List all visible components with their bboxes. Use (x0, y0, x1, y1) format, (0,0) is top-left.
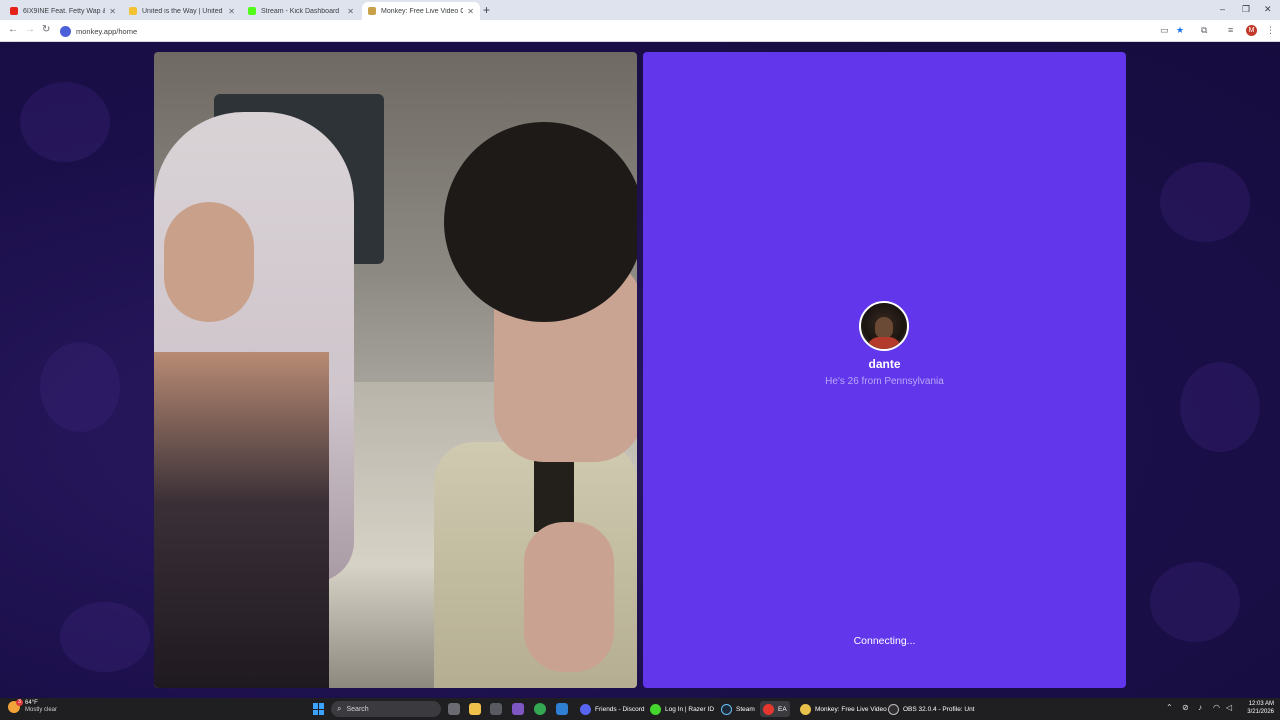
background-pattern (1180, 362, 1260, 452)
tab-title: United is the Way | United Way (142, 7, 224, 15)
background-pattern (20, 82, 110, 162)
monkey-page: dante He's 26 from Pennsylvania Connecti… (0, 42, 1280, 698)
app-label: OBS 32.0.4 - Profile: Unt (903, 705, 975, 713)
chrome-icon (800, 703, 811, 715)
outlook-icon[interactable] (556, 703, 568, 715)
store-icon[interactable] (490, 703, 502, 715)
chrome-icon[interactable] (534, 703, 546, 715)
minimize-button[interactable]: – (1220, 4, 1225, 14)
extensions-icon[interactable]: ≡ (1228, 25, 1233, 35)
weather-temp: 64°F (25, 700, 38, 706)
youtube-icon (10, 7, 18, 15)
tray-overflow-icon[interactable]: ⌃ (1166, 703, 1173, 712)
profile-avatar[interactable]: M (1246, 25, 1257, 36)
razer-icon (650, 703, 661, 715)
tab-monkey[interactable]: Monkey: Free Live Video Ch ✕ (362, 2, 480, 20)
taskbar-app-chrome-monkey[interactable]: Monkey: Free Live Video (797, 701, 890, 717)
task-view-icon[interactable] (448, 703, 460, 715)
windows-logo-icon (319, 709, 324, 715)
browser-tab-bar: 6IX9INE Feat. Fetty Wap & A Bo ✕ United … (0, 0, 1280, 20)
new-tab-button[interactable]: + (483, 3, 490, 17)
back-icon[interactable]: ← (8, 24, 18, 35)
close-window-button[interactable]: ✕ (1264, 4, 1272, 15)
url-field[interactable]: monkey.app/home (60, 23, 1150, 39)
steam-icon (721, 703, 732, 715)
menu-icon[interactable]: ⋮ (1266, 25, 1275, 36)
app-label: Steam (736, 705, 755, 713)
tab-youtube[interactable]: 6IX9INE Feat. Fetty Wap & A Bo ✕ (4, 2, 122, 20)
avatar-face (875, 317, 893, 339)
clock-time: 12:03 AM (1248, 701, 1274, 707)
taskbar-app-obs[interactable]: OBS 32.0.4 - Profile: Unt (885, 701, 978, 717)
close-tab-icon[interactable]: ✕ (467, 7, 474, 16)
taskbar-app-steam[interactable]: Steam (718, 701, 758, 717)
avatar-shirt (867, 337, 901, 349)
restore-button[interactable]: ❐ (1242, 4, 1250, 15)
tab-title: Monkey: Free Live Video Ch (381, 7, 464, 15)
weather-icon: 3 (8, 699, 23, 713)
search-icon: ⌕ (337, 704, 342, 713)
close-tab-icon[interactable]: ✕ (347, 7, 354, 16)
remote-video-panel: dante He's 26 from Pennsylvania Connecti… (643, 52, 1126, 688)
system-clock[interactable]: 12:03 AM 3/21/2026 (1236, 700, 1274, 716)
app-label: Monkey: Free Live Video (815, 705, 887, 713)
kick-icon (248, 7, 256, 15)
url-text: monkey.app/home (76, 26, 138, 36)
person-right-hand (524, 522, 614, 672)
match-name: dante (868, 357, 901, 371)
cast-icon[interactable]: ▭ (1160, 25, 1169, 36)
weather-badge: 3 (16, 699, 23, 706)
file-explorer-icon[interactable] (469, 703, 481, 715)
united-way-icon (129, 7, 137, 15)
windows-logo-icon (313, 703, 318, 709)
windows-taskbar: 3 64°F Mostly clear ⌕ Search Friends - D… (0, 698, 1280, 720)
app-label: Log In | Razer ID (665, 705, 715, 713)
site-info-icon[interactable] (60, 25, 71, 37)
tab-kick[interactable]: Stream - Kick Dashboard ✕ (242, 2, 360, 20)
tab-united-way[interactable]: United is the Way | United Way ✕ (123, 2, 241, 20)
weather-desc: Mostly clear (25, 707, 58, 713)
microphone-icon[interactable]: ♪ (1198, 703, 1202, 712)
address-bar: ← → ↻ monkey.app/home ▭ ★ ⧉ ≡ M ⋮ (0, 20, 1280, 42)
background-pattern (60, 602, 150, 672)
copilot-icon[interactable] (512, 703, 524, 715)
close-tab-icon[interactable]: ✕ (228, 7, 235, 16)
tab-title: Stream - Kick Dashboard (261, 7, 340, 15)
person-left-face (164, 202, 254, 322)
wifi-icon[interactable]: ◠ (1213, 703, 1220, 712)
app-label: Friends - Discord (595, 705, 645, 713)
start-button[interactable] (313, 703, 325, 715)
weather-widget[interactable]: 3 64°F Mostly clear (8, 699, 58, 714)
clock-date: 3/21/2026 (1247, 709, 1274, 715)
connection-status: Connecting... (853, 635, 916, 647)
forward-icon[interactable]: → (25, 24, 35, 35)
close-tab-icon[interactable]: ✕ (109, 7, 116, 16)
background-pattern (40, 342, 120, 432)
local-video-feed (154, 52, 637, 688)
background-pattern (1150, 562, 1240, 642)
match-info: He's 26 from Pennsylvania (825, 376, 944, 387)
tab-title: 6IX9INE Feat. Fetty Wap & A Bo (23, 7, 105, 15)
discord-icon (580, 703, 591, 715)
volume-icon[interactable]: ◁ (1226, 703, 1232, 712)
taskbar-app-discord[interactable]: Friends - Discord (577, 701, 647, 717)
tab-search-icon[interactable]: ⧉ (1201, 25, 1207, 36)
background-pattern (1160, 162, 1250, 242)
taskbar-app-razer[interactable]: Log In | Razer ID (647, 701, 717, 717)
bookmark-star-icon[interactable]: ★ (1176, 25, 1184, 36)
taskbar-search[interactable]: ⌕ Search (331, 701, 441, 717)
person-left-body (154, 352, 329, 688)
app-label: EA (778, 705, 787, 713)
person-right-hair (444, 122, 637, 322)
reload-icon[interactable]: ↻ (42, 24, 50, 35)
network-icon[interactable]: ⊘ (1182, 703, 1189, 712)
monkey-icon (368, 7, 376, 15)
match-avatar[interactable] (859, 301, 909, 351)
taskbar-app-ea[interactable]: EA (760, 701, 790, 717)
windows-logo-icon (313, 709, 318, 715)
windows-logo-icon (319, 703, 324, 709)
ea-icon (763, 703, 774, 715)
obs-icon (888, 703, 899, 715)
search-placeholder: Search (346, 705, 369, 713)
